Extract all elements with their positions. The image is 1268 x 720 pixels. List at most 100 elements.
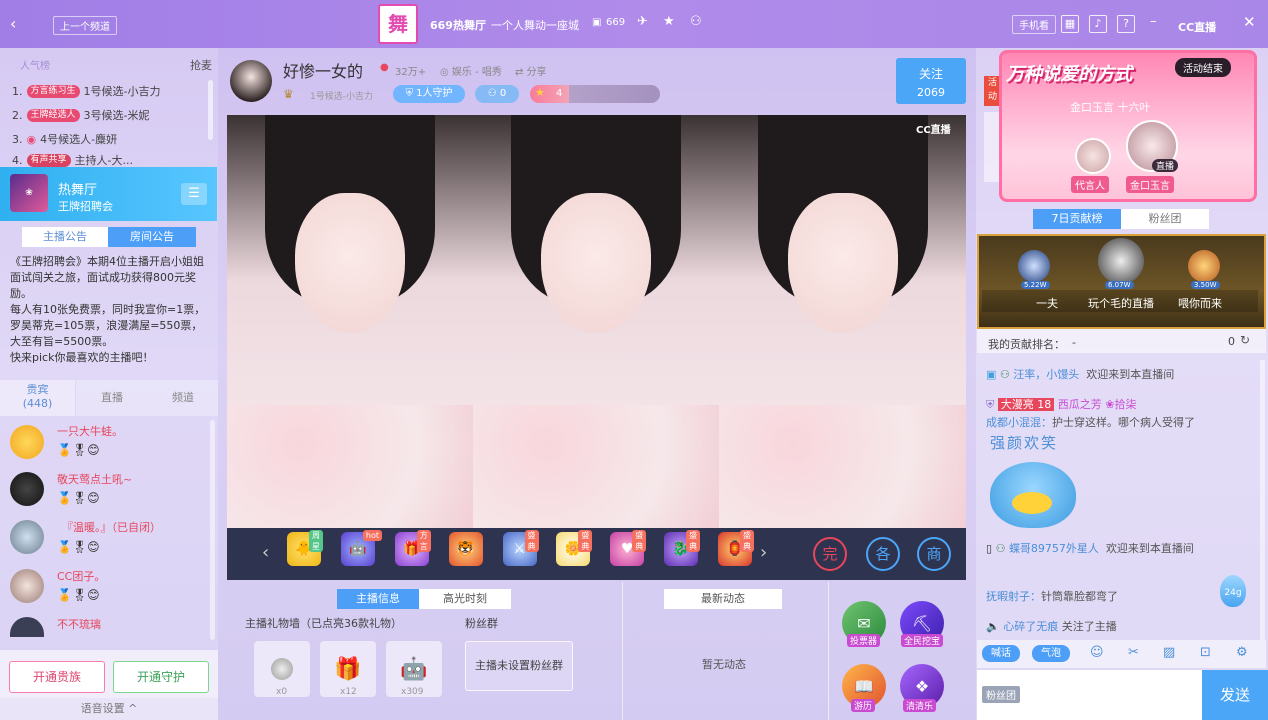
channel-logo: ❀ <box>10 174 48 212</box>
plane-icon[interactable]: ✈ <box>637 14 648 29</box>
grid-icon[interactable]: ▦ <box>1061 15 1079 33</box>
avatar[interactable] <box>10 425 44 459</box>
star-icon[interactable]: ★ <box>663 14 675 29</box>
tab-live[interactable]: 直播 <box>76 380 148 416</box>
gift-robot[interactable]: 🤖 hot <box>340 530 382 578</box>
image-icon[interactable]: ▨ <box>1163 645 1175 660</box>
room-slogan: 一个人舞动一座城 <box>491 19 579 32</box>
user-name[interactable]: 敬天莺点土吼~ <box>57 471 132 487</box>
user-name[interactable]: 一只大牛蛙。 <box>57 423 123 439</box>
video-panel-2[interactable] <box>473 115 719 528</box>
gift-knight[interactable]: ⚔ 盛典 <box>502 530 539 578</box>
user-name[interactable]: 『温暖。』（已自闭） <box>62 519 161 535</box>
guard-badge[interactable]: ⛨ 1人守护 <box>393 85 465 103</box>
gift-next-icon[interactable]: › <box>760 542 767 563</box>
chat-scrollbar[interactable] <box>1260 360 1265 640</box>
avatar[interactable] <box>10 569 44 603</box>
gift-action-1-icon[interactable]: 完 <box>813 537 847 571</box>
podium-name: 一夫 <box>1036 297 1058 310</box>
tab-7day-rank[interactable]: 7日贡献榜 <box>1033 209 1121 229</box>
host-category[interactable]: ◎ 娱乐 - 唱秀 <box>440 63 502 78</box>
chat-message: 成都小混混：护士穿这样。哪个病人受得了 <box>986 416 1195 429</box>
rank-item[interactable]: 1. 方言练习生 1号候选-小吉力 <box>12 81 160 101</box>
lock-icon[interactable]: ⊡ <box>1200 645 1211 660</box>
video-face <box>787 193 898 333</box>
activity-label: 游历 <box>851 699 876 712</box>
talk-button[interactable]: 喊话 <box>982 645 1020 662</box>
guest-count: (448) <box>22 397 53 410</box>
close-icon[interactable]: ✕ <box>1243 13 1256 31</box>
video-panel-1[interactable] <box>227 115 473 528</box>
user-list-scrollbar[interactable] <box>210 420 215 640</box>
back-chevron-icon[interactable]: ‹ <box>10 14 16 33</box>
level-bar[interactable] <box>530 85 660 103</box>
spokesman-label: 代言人 <box>1071 176 1109 193</box>
rank-item[interactable]: 4. 有声共享 主持人-大... <box>12 153 133 167</box>
scissors-icon[interactable]: ✂ <box>1128 645 1139 660</box>
gift-flower[interactable]: 🌼 盛典 <box>556 530 593 578</box>
gift-lantern[interactable]: 🏮 盛典 <box>718 530 754 578</box>
tab-highlights[interactable]: 高光时刻 <box>419 589 511 609</box>
video-face <box>295 193 405 333</box>
fans-badge[interactable]: ⚇ 0 <box>475 85 519 103</box>
tab-channel[interactable]: 频道 <box>148 380 218 416</box>
users-icon[interactable]: ⚇ <box>690 14 702 29</box>
menu-icon[interactable]: ☰ <box>181 183 207 205</box>
send-button[interactable]: 发送 <box>1202 670 1268 720</box>
rank-more[interactable]: 抢麦 <box>190 57 212 73</box>
rank-scrollbar[interactable] <box>208 80 213 140</box>
phone-view-button[interactable]: 手机看 <box>1012 15 1056 34</box>
bell-icon[interactable]: ♪ <box>1089 15 1107 33</box>
tab-guests[interactable]: 贵宾 (448) <box>0 380 75 416</box>
fan-club-badge[interactable]: 粉丝团 <box>982 686 1020 703</box>
gift-badge: 盛典 <box>632 530 647 552</box>
rank-item[interactable]: 2. 王牌经选人 3号候选-米妮 <box>12 105 149 125</box>
emoji-icon[interactable]: ☺ <box>1090 645 1104 660</box>
spokesman-avatar[interactable] <box>1075 138 1111 174</box>
latest-news-tab[interactable]: 最新动态 <box>664 589 782 609</box>
open-noble-button[interactable]: 开通贵族 <box>9 661 105 693</box>
settings-icon[interactable]: ⚙ <box>1236 645 1248 660</box>
host-avatar[interactable] <box>230 60 272 102</box>
gift-chick[interactable]: 🐥 周星 <box>287 530 323 578</box>
help-button[interactable]: ? <box>1117 15 1135 33</box>
bubble-button[interactable]: 气泡 <box>1032 645 1070 662</box>
gift-box[interactable]: 🎁 方言 <box>394 530 431 578</box>
avatar[interactable] <box>10 520 44 554</box>
gift-heart[interactable]: ♥ 盛典 <box>610 530 647 578</box>
tab-host-info[interactable]: 主播信息 <box>337 589 419 609</box>
activity-label: 全民挖宝 <box>901 634 944 647</box>
rank-num: 1. <box>12 84 23 98</box>
chat-message: ⛨ 大漫亮 18 西瓜之芳 ❀拾柒 <box>986 398 1137 411</box>
voice-settings[interactable]: 语音设置 ^ <box>0 698 218 720</box>
rank-item[interactable]: 3. ◉ 4号候选人-麋妍 <box>12 129 117 149</box>
minimize-icon[interactable]: – <box>1150 14 1157 29</box>
host-followers: 32万+ <box>395 67 427 78</box>
gift-dragon[interactable]: 🐉 盛典 <box>664 530 701 578</box>
gift-action-2-icon[interactable]: 各 <box>866 537 900 571</box>
podium-avatar[interactable] <box>1188 250 1220 282</box>
gift-prev-icon[interactable]: ‹ <box>262 542 269 563</box>
user-name[interactable]: CC团子。 <box>57 568 105 584</box>
podium-avatar[interactable] <box>1018 250 1050 282</box>
video-watermark: CC直播 <box>916 125 951 136</box>
gift-badge: 盛典 <box>524 530 539 552</box>
share-button[interactable]: ⇄ 分享 <box>515 63 547 78</box>
follow-button[interactable]: 关注 2069 <box>896 58 966 104</box>
gift-tiger[interactable]: 🐯 <box>448 532 483 578</box>
refresh-icon[interactable]: ↻ <box>1240 333 1250 347</box>
tab-fan-club[interactable]: 粉丝团 <box>1121 209 1209 229</box>
banner-status: 活动结束 <box>1175 58 1231 77</box>
tab-host-notice[interactable]: 主播公告 <box>22 227 108 247</box>
open-guard-button[interactable]: 开通守护 <box>113 661 209 693</box>
user-name[interactable]: 不不琉璃 <box>57 616 101 632</box>
bubble-counter[interactable]: 24g <box>1220 575 1246 607</box>
fan-group-message: 主播未设置粉丝群 <box>465 641 573 691</box>
prev-channel-button[interactable]: 上一个频道 <box>53 16 117 35</box>
gift-action-3-icon[interactable]: 商 <box>917 537 951 571</box>
video-panel-3[interactable] <box>719 115 966 528</box>
avatar[interactable] <box>10 472 44 506</box>
podium-avatar[interactable] <box>1098 238 1144 284</box>
tab-room-notice[interactable]: 房间公告 <box>108 227 196 247</box>
chat-message: ▣ ⚇ 汪率，小馒头 欢迎来到本直播间 <box>986 368 1175 381</box>
